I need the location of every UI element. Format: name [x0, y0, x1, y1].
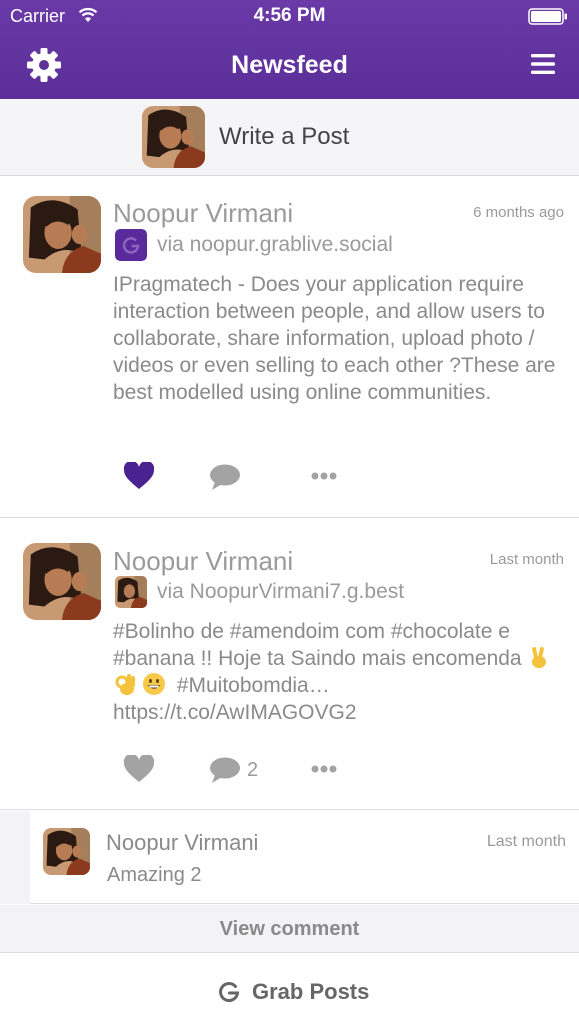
avatar[interactable] — [23, 196, 101, 273]
post-card: Noopur Virmani Last month via NoopurVirm… — [0, 519, 579, 810]
victory-hand-icon — [532, 647, 547, 668]
write-post-bar[interactable]: Write a Post — [0, 99, 579, 176]
post-timestamp: Last month — [489, 551, 564, 568]
comment-icon[interactable] — [209, 463, 241, 491]
avatar[interactable] — [23, 543, 101, 620]
clock: 4:56 PM — [253, 5, 326, 26]
comment-count: 2 — [247, 759, 259, 781]
menu-icon[interactable] — [531, 53, 555, 75]
view-comment-button[interactable]: View comment — [0, 905, 579, 953]
nav-bar: Newsfeed — [0, 32, 579, 99]
comment-author[interactable]: Noopur Virmani — [106, 830, 258, 856]
post-body: #Bolinho de #amendoim com #chocolate e #… — [113, 618, 563, 726]
comment-text: Amazing 2 — [107, 864, 202, 886]
grab-logo-icon — [115, 229, 147, 261]
post-author[interactable]: Noopur Virmani — [113, 546, 293, 577]
battery-icon — [528, 8, 567, 25]
grab-posts-button[interactable]: Grab Posts — [0, 954, 579, 1030]
post-body-hashtag: #Muitobomdia… — [171, 674, 330, 697]
comment-item: Noopur Virmani Last month Amazing 2 — [0, 811, 579, 904]
ok-hand-icon — [115, 674, 135, 695]
source-link[interactable]: via NoopurVirmani7.g.best — [157, 580, 404, 604]
post-actions: 2 — [0, 752, 579, 788]
newsfeed-screen: Carrier 4:56 PM Newsfeed Write a Post No… — [0, 0, 579, 1030]
source-link[interactable]: via noopur.grablive.social — [157, 233, 393, 257]
header: Carrier 4:56 PM Newsfeed — [0, 0, 579, 99]
post-actions — [0, 459, 579, 495]
post-author[interactable]: Noopur Virmani — [113, 198, 293, 229]
grinning-face-icon — [143, 673, 165, 695]
post-link[interactable]: https://t.co/AwIMAGOVG2 — [113, 701, 357, 724]
more-options-icon[interactable] — [311, 471, 337, 481]
avatar — [142, 106, 205, 168]
source-avatar-icon — [115, 576, 147, 608]
comment-icon[interactable] — [209, 756, 241, 784]
write-post-label: Write a Post — [219, 123, 350, 150]
post-body: IPragmatech - Does your application requ… — [113, 273, 556, 404]
more-options-icon[interactable] — [311, 764, 337, 774]
avatar[interactable] — [43, 828, 90, 875]
grab-logo-icon — [219, 982, 240, 1003]
comment-timestamp: Last month — [486, 833, 566, 850]
post-card: Noopur Virmani 6 months ago via noopur.g… — [0, 177, 579, 518]
comment-indent — [0, 811, 30, 904]
post-body-text: #Bolinho de #amendoim com #chocolate e #… — [113, 620, 528, 670]
grab-posts-label: Grab Posts — [252, 979, 370, 1004]
post-timestamp: 6 months ago — [473, 204, 564, 221]
page-title: Newsfeed — [231, 51, 348, 79]
heart-icon[interactable] — [123, 755, 155, 783]
heart-icon[interactable] — [123, 462, 155, 490]
status-bar: Carrier 4:56 PM — [0, 0, 579, 32]
